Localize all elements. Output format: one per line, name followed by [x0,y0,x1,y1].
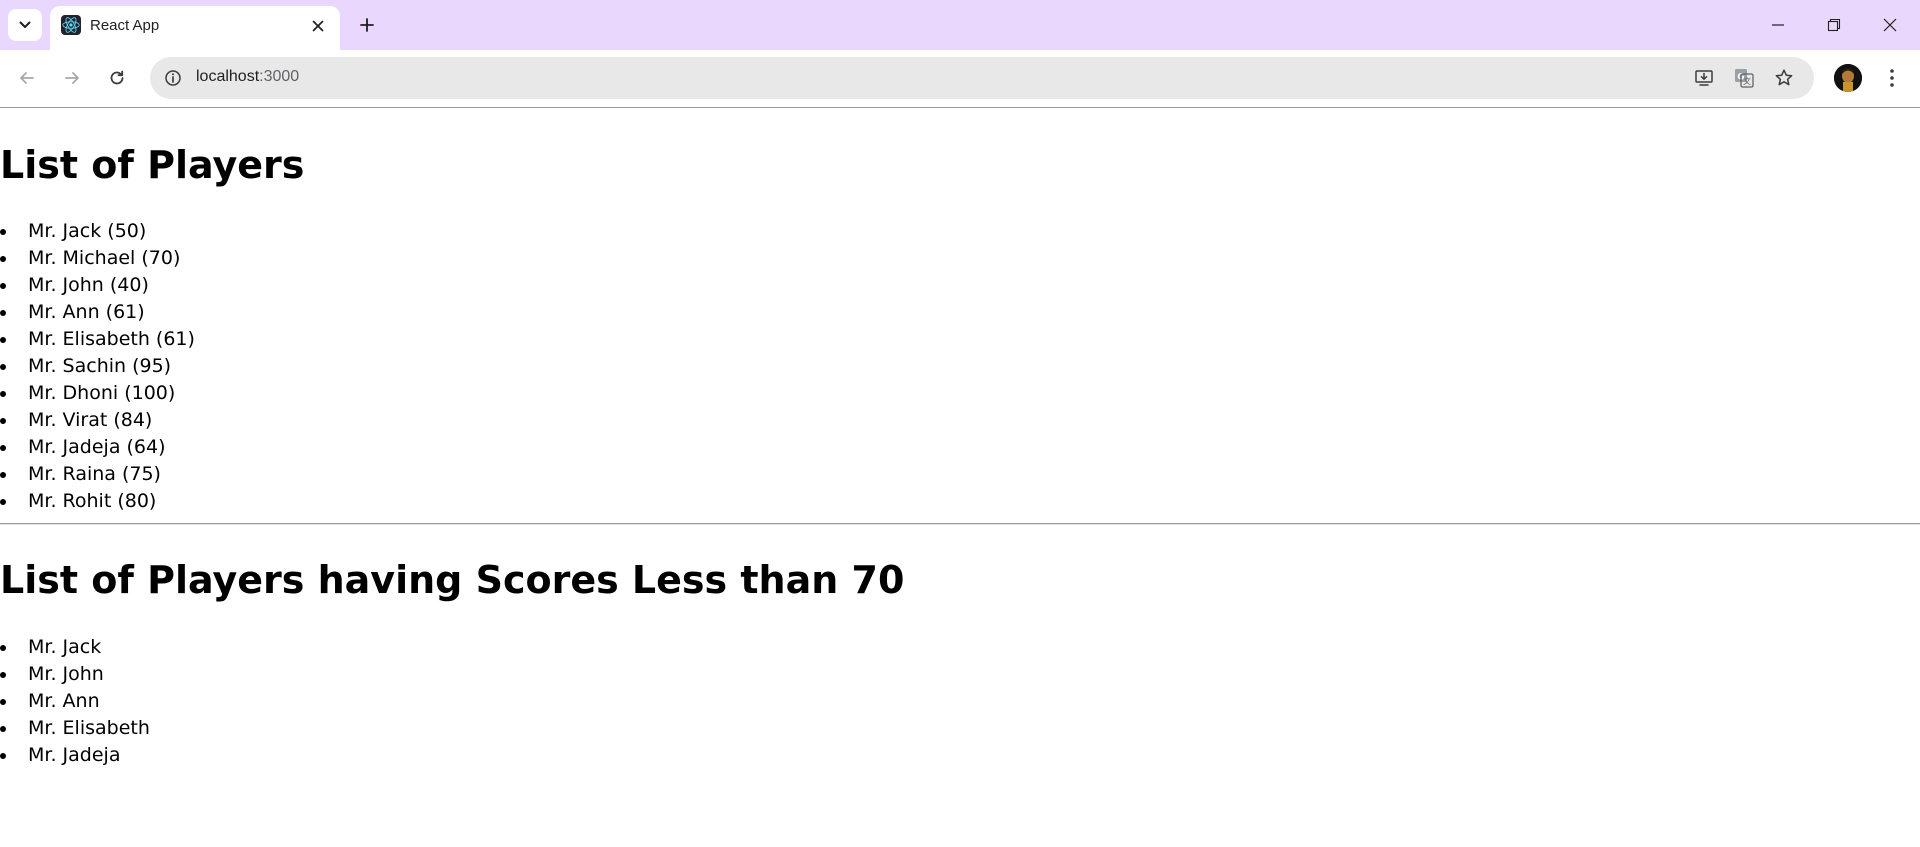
browser-menu-button[interactable] [1877,62,1907,94]
forward-button[interactable] [56,62,88,94]
bullet-icon [0,391,6,397]
chevron-down-icon [19,21,31,28]
list-item: Mr. Ann [0,688,150,715]
restore-button[interactable] [1806,0,1862,50]
list-item-text: Mr. Ann (61) [28,301,145,323]
list-item-text: Mr. Jack [28,636,102,658]
list-item-text: Mr. John [28,663,104,685]
restore-icon [1827,18,1841,32]
url-text[interactable]: localhost:3000 [196,68,299,86]
svg-text:文: 文 [1743,76,1751,86]
url-port: :3000 [259,68,300,85]
list-item-text: Mr. Elisabeth [28,717,150,739]
list-item: Mr. Virat (84) [0,407,195,434]
info-icon [165,70,181,86]
list-item-text: Mr. Ann [28,690,100,712]
list-item: Mr. Michael (70) [0,245,195,272]
list-item: Mr. Jadeja (64) [0,434,195,461]
bullet-icon [0,364,6,370]
filtered-players-heading: List of Players having Scores Less than … [0,558,905,602]
list-item: Mr. Rohit (80) [0,488,195,515]
translate-button[interactable]: G 文 [1729,63,1759,93]
list-item: Mr. Dhoni (100) [0,380,195,407]
list-item: Mr. John [0,661,150,688]
avatar[interactable] [1834,64,1862,92]
list-item: Mr. Sachin (95) [0,353,195,380]
bullet-icon [0,445,6,451]
close-icon [312,20,324,32]
bullet-icon [0,699,6,705]
list-item-text: Mr. Dhoni (100) [28,382,176,404]
browser-toolbar: localhost:3000 G 文 [0,50,1920,107]
minimize-button[interactable] [1750,0,1806,50]
tab-strip: React App [0,0,1920,50]
list-item: Mr. Elisabeth (61) [0,326,195,353]
back-button[interactable] [11,62,43,94]
tab-search-button[interactable] [8,9,42,41]
list-item-text: Mr. Sachin (95) [28,355,172,377]
list-item-text: Mr. Michael (70) [28,247,181,269]
bullet-icon [0,726,6,732]
bookmark-button[interactable] [1769,63,1799,93]
bullet-icon [0,256,6,262]
list-item-text: Mr. Jack (50) [28,220,147,242]
react-logo-icon [61,15,81,35]
list-item-text: Mr. Jadeja [28,744,121,766]
players-list: Mr. Jack (50) Mr. Michael (70) Mr. John (4… [0,218,195,515]
bullet-icon [0,229,6,235]
bullet-icon [0,472,6,478]
translate-icon: G 文 [1735,69,1754,88]
list-item: Mr. Jack (50) [0,218,195,245]
bullet-icon [0,337,6,343]
bullet-icon [0,418,6,424]
site-info-button[interactable] [158,63,188,93]
reload-icon [110,70,124,85]
more-vertical-icon [1890,69,1894,87]
address-bar[interactable]: localhost:3000 G 文 [150,57,1814,99]
list-item-text: Mr. Elisabeth (61) [28,328,195,350]
install-app-icon [1695,70,1713,86]
arrow-right-icon [65,72,79,84]
url-host: localhost [196,68,260,85]
players-heading: List of Players [0,143,305,187]
close-window-button[interactable] [1862,0,1918,50]
list-item-text: Mr. Rohit (80) [28,490,157,512]
list-item-text: Mr. Raina (75) [28,463,161,485]
bullet-icon [0,310,6,316]
tab-close-button[interactable] [308,16,328,36]
install-app-button[interactable] [1689,63,1719,93]
minimize-icon [1772,24,1784,26]
list-item: Mr. Raina (75) [0,461,195,488]
bullet-icon [0,645,6,651]
tab-title: React App [90,17,160,34]
list-item-text: Mr. Jadeja (64) [28,436,166,458]
bullet-icon [0,283,6,289]
list-item: Mr. Elisabeth [0,715,150,742]
list-item: Mr. John (40) [0,272,195,299]
bullet-icon [0,753,6,759]
reload-button[interactable] [101,62,133,94]
list-item: Mr. Ann (61) [0,299,195,326]
new-tab-button[interactable] [352,10,382,40]
page-content: List of Players Mr. Jack (50) Mr. Michael… [0,108,1920,847]
plus-icon [360,18,374,32]
filtered-players-list: Mr. Jack Mr. John Mr. Ann Mr. Elisabeth Mr. … [0,634,150,769]
star-icon [1775,69,1793,86]
list-item-text: Mr. John (40) [28,274,149,296]
active-tab[interactable]: React App [50,6,340,50]
section-divider [0,523,1920,525]
bullet-icon [0,672,6,678]
list-item: Mr. Jadeja [0,742,150,769]
close-icon [1883,18,1897,32]
arrow-left-icon [20,72,34,84]
bullet-icon [0,499,6,505]
list-item: Mr. Jack [0,634,150,661]
list-item-text: Mr. Virat (84) [28,409,153,431]
